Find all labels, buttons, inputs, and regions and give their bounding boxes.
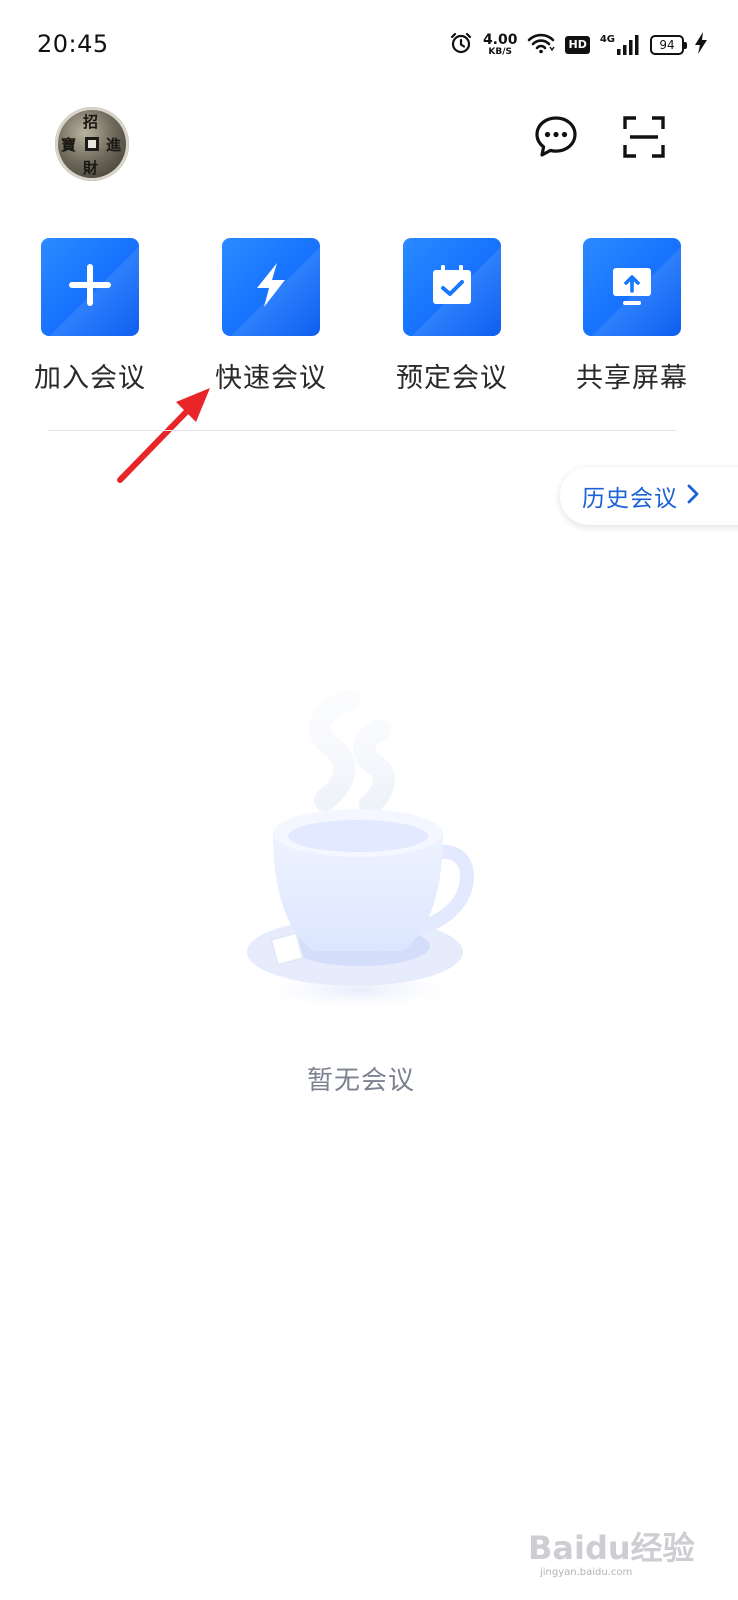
network-type: 4G [599, 34, 615, 45]
history-meetings-label: 历史会议 [582, 486, 678, 512]
message-icon [533, 114, 579, 164]
schedule-meeting-tile[interactable] [403, 238, 501, 336]
share-screen-label: 共享屏幕 [576, 363, 688, 394]
quick-meeting-tile[interactable] [222, 238, 320, 336]
baidu-watermark: Baidu经验 jingyan.baidu.com [528, 1515, 708, 1585]
quick-meeting-button[interactable]: 快速会议 [206, 238, 336, 395]
chevron-right-icon [686, 483, 700, 509]
watermark-main: Baidu经验 [528, 1529, 695, 1567]
avatar[interactable]: 招 進 寶 財 [55, 107, 129, 181]
schedule-meeting-button[interactable]: 预定会议 [387, 238, 517, 395]
signal-4g-icon: 4G [600, 34, 640, 56]
net-speed-unit: KB/S [488, 47, 513, 57]
message-button[interactable] [530, 113, 582, 165]
avatar-glyph-left: 寶 [61, 136, 77, 154]
plus-icon [68, 263, 112, 311]
empty-state-text: 暂无会议 [306, 1066, 415, 1096]
status-bar: 20:45 4.00 KB/S HD 4G 94 [0, 0, 738, 90]
lightning-icon [251, 261, 291, 313]
alarm-icon [449, 31, 473, 59]
net-speed-value: 4.00 [482, 32, 518, 48]
hd-icon: HD [565, 36, 590, 54]
net-speed: 4.00 KB/S [483, 33, 518, 57]
charging-icon [694, 31, 708, 59]
schedule-meeting-label: 预定会议 [396, 363, 508, 394]
share-screen-tile[interactable] [583, 238, 681, 336]
coffee-cup-illustration [247, 690, 474, 1012]
status-icons: 4.00 KB/S HD 4G 94 [449, 28, 708, 62]
scan-icon [622, 115, 666, 163]
battery-icon: 94 [650, 35, 687, 55]
share-screen-button[interactable]: 共享屏幕 [567, 238, 697, 395]
annotation-arrow [117, 388, 210, 483]
watermark-sub: jingyan.baidu.com [540, 1567, 633, 1578]
quick-meeting-label: 快速会议 [215, 363, 327, 394]
avatar-glyph-right: 進 [106, 136, 122, 154]
calendar-check-icon [430, 263, 474, 311]
avatar-glyph-bottom: 財 [83, 159, 99, 177]
history-meetings-button[interactable]: 历史会议 [560, 467, 738, 525]
quick-actions: 加入会议 快速会议 预定会议 共享屏幕 [0, 238, 738, 398]
scan-button[interactable] [618, 113, 670, 165]
status-time: 20:45 [37, 30, 109, 58]
divider [48, 430, 676, 431]
wifi-icon [527, 32, 556, 58]
join-meeting-button[interactable]: 加入会议 [25, 238, 155, 395]
avatar-glyph-top: 招 [83, 113, 99, 131]
join-meeting-tile[interactable] [41, 238, 139, 336]
battery-level: 94 [659, 38, 675, 52]
avatar-coin-hole [85, 137, 99, 151]
screen-share-icon [610, 263, 654, 311]
